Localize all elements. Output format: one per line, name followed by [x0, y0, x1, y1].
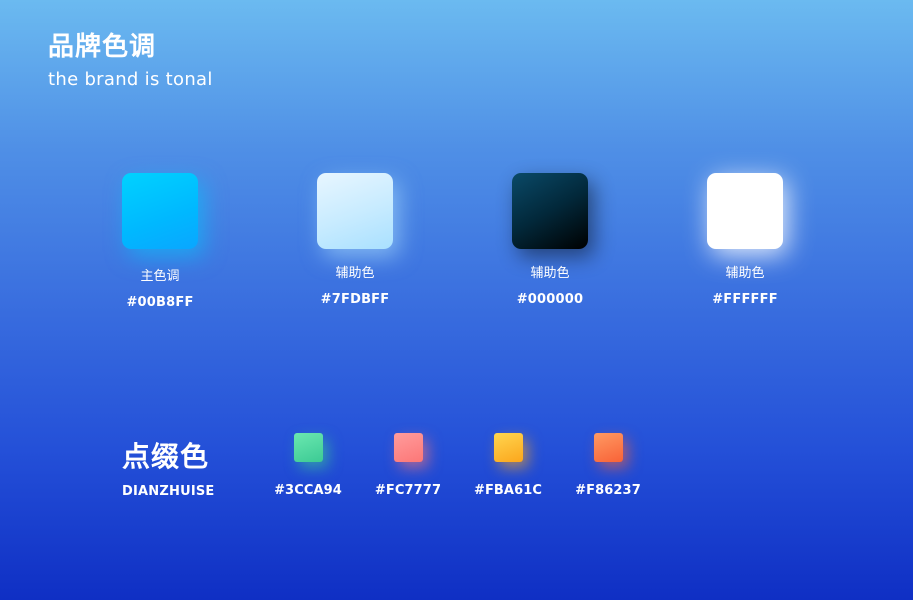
brand-color-secondary-light: 辅助色 #7FDBFF — [280, 173, 430, 307]
color-swatch — [593, 433, 623, 462]
color-hex: #7FDBFF — [320, 292, 390, 307]
accent-section-subtitle: DIANZHUISE — [122, 484, 215, 499]
color-swatch — [317, 173, 393, 249]
color-swatch — [493, 433, 523, 462]
color-swatch — [293, 433, 323, 462]
color-hex: #FC7777 — [374, 483, 442, 498]
color-hex: #00B8FF — [126, 295, 194, 310]
brand-color-secondary-black: 辅助色 #000000 — [475, 173, 625, 307]
brand-color-secondary-white: 辅助色 #FFFFFF — [670, 173, 820, 307]
accent-color-pink: #FC7777 — [358, 433, 458, 498]
page-subtitle: the brand is tonal — [48, 69, 213, 90]
color-swatch — [393, 433, 423, 462]
color-hex: #F86237 — [575, 483, 641, 498]
color-hex: #3CCA94 — [274, 483, 342, 498]
color-swatch — [512, 173, 588, 249]
color-hex: #FFFFFF — [712, 292, 778, 307]
color-label: 辅助色 — [530, 266, 570, 281]
color-label: 主色调 — [140, 269, 180, 284]
color-swatch — [707, 173, 783, 249]
accent-color-yellow: #FBA61C — [458, 433, 558, 498]
color-hex: #FBA61C — [473, 483, 543, 498]
page-title: 品牌色调 — [48, 32, 157, 62]
accent-section-title: 点缀色 — [122, 440, 210, 473]
brand-color-primary: 主色调 #00B8FF — [85, 173, 235, 310]
accent-color-green: #3CCA94 — [258, 433, 358, 498]
color-label: 辅助色 — [335, 266, 375, 281]
color-label: 辅助色 — [725, 266, 765, 281]
accent-color-orange: #F86237 — [558, 433, 658, 498]
color-swatch — [122, 173, 198, 249]
color-hex: #000000 — [516, 292, 584, 307]
